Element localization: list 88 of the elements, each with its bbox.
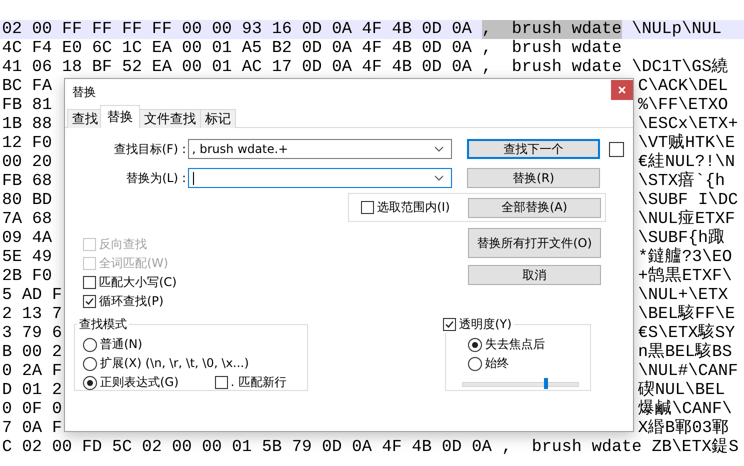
tab[interactable]: 文件查找 bbox=[139, 109, 201, 128]
code-text: BC FA bbox=[2, 77, 52, 96]
code-text: \NUL+\ETX bbox=[637, 286, 728, 305]
code-text: \SUBF{h踙 bbox=[637, 229, 725, 248]
radio-label: 失去焦点后 bbox=[485, 336, 545, 353]
checkbox[interactable] bbox=[443, 318, 456, 331]
checkbox-label: 选取范围内(I) bbox=[377, 199, 450, 216]
checkbox[interactable] bbox=[214, 376, 228, 389]
radio-label: 普通(N) bbox=[100, 336, 142, 353]
close-button[interactable] bbox=[611, 80, 633, 100]
code-text: FB 81 bbox=[2, 96, 52, 115]
tab[interactable]: 标记 bbox=[200, 109, 236, 128]
code-text: 2B F0 bbox=[2, 267, 52, 286]
replace-field[interactable] bbox=[188, 168, 452, 188]
find-field[interactable]: , brush wdate.+ bbox=[188, 139, 452, 159]
radio-label: 扩展(X) (\n, \r, \t, \0, \x...) bbox=[100, 355, 249, 372]
code-text: B 00 2 bbox=[2, 343, 62, 362]
code-text: 00 20 bbox=[2, 153, 52, 172]
chevron-icon bbox=[434, 146, 444, 152]
code-text: 1B 88 bbox=[2, 115, 52, 134]
checkbox[interactable] bbox=[609, 142, 624, 156]
cancel-button[interactable]: 取消 bbox=[468, 265, 601, 285]
code-text: C\ACK\DEL bbox=[637, 77, 728, 96]
code-text: 09 4A bbox=[2, 229, 52, 248]
checkbox-label: 反向查找 bbox=[99, 236, 147, 253]
code-text: n黒BEL駭BS bbox=[637, 343, 732, 362]
chevron-icon bbox=[434, 175, 444, 181]
code-text: \NUL痖ETXF bbox=[637, 210, 735, 229]
radio-label: 始终 bbox=[485, 355, 509, 372]
checkbox-label: 匹配大小写(C) bbox=[99, 274, 177, 291]
replace-all-open-files-button[interactable]: 替换所有打开文件(O) bbox=[468, 228, 601, 258]
code-text: \BEL駭FF\E bbox=[637, 305, 735, 324]
group-title: 查找模式 bbox=[78, 316, 128, 333]
replace-all-button[interactable]: 全部替换(A) bbox=[468, 198, 601, 218]
code-text: €S\ETX駭SY bbox=[637, 324, 735, 343]
code-text: 7A 68 bbox=[2, 210, 52, 229]
radio-button[interactable] bbox=[83, 376, 97, 390]
find-next-button[interactable]: 查找下一个 bbox=[467, 139, 600, 159]
code-text: %\FF\ETXO bbox=[637, 96, 728, 115]
code-text: €絓NUL?!\N bbox=[637, 153, 735, 172]
selected-text: , brush wdate bbox=[482, 20, 622, 39]
dialog-title: 替换 bbox=[72, 84, 96, 101]
code-text: \NULp\NUL bbox=[630, 20, 722, 39]
code-text: X緡B鄆03鄆 bbox=[637, 419, 729, 438]
code-text: 5 AD F bbox=[2, 286, 62, 305]
code-text: \ESCx\ETX+ bbox=[637, 115, 738, 134]
code-text: \NUL#\CANF bbox=[637, 362, 738, 381]
code-text: \SUBF I\DC bbox=[637, 191, 738, 210]
checkbox[interactable] bbox=[361, 201, 374, 214]
radio-button[interactable] bbox=[468, 338, 482, 352]
tab[interactable]: 替换 bbox=[100, 105, 140, 128]
code-text: 0 0F 0 bbox=[2, 400, 62, 419]
checkbox-label: 透明度(Y) bbox=[459, 316, 512, 333]
code-text: C 02 00 FD 5C 02 00 00 01 5B 79 0D 0A 4F 4B 0D 0A , brush wdate ZB\ETX鍉S bbox=[2, 438, 739, 457]
code-text: \VT贼HTK\E bbox=[637, 134, 735, 153]
radio-button[interactable] bbox=[468, 356, 482, 370]
slider-thumb[interactable] bbox=[544, 378, 548, 389]
code-text: 0 2A F bbox=[2, 362, 62, 381]
radio-button[interactable] bbox=[83, 338, 97, 352]
code-text: 7 0A F bbox=[2, 419, 62, 438]
code-text: D 01 2 bbox=[2, 381, 62, 400]
checkbox-label: 循环查找(P) bbox=[99, 293, 164, 310]
checkbox-label: . 匹配新行 bbox=[230, 374, 286, 391]
field-label: 替换为(L) : bbox=[125, 170, 186, 186]
field-label: 查找目标(F) : bbox=[112, 140, 186, 158]
code-text: *鐽艫?3\EO bbox=[637, 248, 732, 267]
code-text: 02 00 FF FF FF FF 00 00 93 16 0D 0A 4F 4B 0D 0A bbox=[2, 20, 473, 39]
code-text: 80 BD bbox=[2, 191, 52, 210]
code-text: 爆鹹\CANF\ bbox=[637, 400, 732, 419]
replace-button[interactable]: 替换(R) bbox=[467, 168, 600, 188]
code-text: +鹄黒ETXF\ bbox=[637, 267, 732, 286]
code-text: 41 06 18 BF 52 EA 00 01 AC 17 0D 0A 4F 4B 0D 0A , brush wdate \DC1T\GS繞 bbox=[2, 58, 729, 77]
code-text: FB 68 bbox=[2, 172, 52, 191]
checkbox[interactable] bbox=[83, 295, 96, 308]
code-text: 碶NUL\BEL bbox=[637, 381, 725, 400]
checkbox[interactable] bbox=[83, 276, 96, 289]
code-text: 3 79 6 bbox=[2, 324, 62, 343]
radio-label: 正则表达式(G) bbox=[100, 374, 179, 391]
code-text: \STX瘖`{h bbox=[637, 172, 725, 191]
code-text: 5E 49 bbox=[2, 248, 52, 267]
close-icon bbox=[618, 86, 626, 94]
code-text: 12 F0 bbox=[2, 134, 52, 153]
radio-button[interactable] bbox=[83, 356, 97, 370]
tab[interactable]: 查找 bbox=[67, 109, 103, 128]
text-cursor bbox=[193, 172, 194, 184]
code-text: 2 13 7 bbox=[2, 305, 62, 324]
checkbox-label: 全词匹配(W) bbox=[99, 255, 168, 272]
code-text: 4C F4 E0 6C 1C EA 00 01 A5 B2 0D 0A 4F 4B 0D 0A , brush wdate bbox=[2, 39, 622, 58]
